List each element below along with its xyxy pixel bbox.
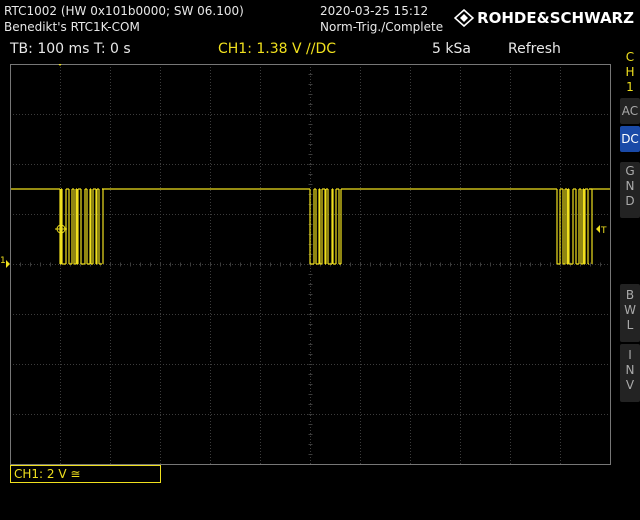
channel-number: 1 (626, 80, 634, 94)
ch1-trace (10, 188, 611, 265)
trigger-status: Norm-Trig./Complete (320, 20, 444, 34)
ch1-ground-label: 1 (0, 256, 6, 266)
invert-button[interactable]: I N V (620, 344, 640, 402)
gnd-letter: N (625, 179, 635, 193)
channel-indicator[interactable]: C H 1 (620, 48, 640, 94)
samplerate-label: 5 kSa (432, 41, 471, 57)
brand-logo: ROHDE&SCHWARZ (454, 9, 634, 27)
gnd-letter: G (625, 164, 635, 178)
acquisition-mode-label[interactable]: Refresh (508, 41, 561, 57)
rohde-schwarz-logo-icon (454, 9, 475, 27)
bwl-letter: B (625, 288, 635, 302)
inv-letter: N (625, 363, 635, 377)
channel-letter-h: H (625, 65, 635, 79)
channel-letter-c: C (625, 50, 635, 64)
trigger-point-marker (55, 223, 67, 235)
trigger-level-label: T (600, 226, 607, 235)
date-label: 2020-03-25 15:12 (320, 4, 429, 18)
gnd-button[interactable]: G N D (620, 162, 640, 218)
waveform-display[interactable] (10, 64, 611, 465)
bwl-letter: W (624, 303, 636, 317)
gnd-letter: D (625, 194, 635, 208)
bandwidth-limit-button[interactable]: B W L (620, 284, 640, 342)
ch1-ground-marker[interactable]: 1 (0, 254, 12, 270)
ch1-scale-box[interactable]: CH1: 2 V ≅ (10, 465, 161, 483)
coupling-ac-button[interactable]: AC (620, 98, 640, 124)
bwl-letter: L (626, 318, 634, 332)
trigger-level-marker[interactable]: T (596, 223, 612, 235)
inv-letter: V (625, 378, 635, 392)
brand-name: ROHDE&SCHWARZ (477, 9, 634, 27)
status-bar: TB: 100 ms T: 0 s CH1: 1.38 V ∕/DC 5 kSa… (0, 40, 612, 60)
device-owner: Benedikt's RTC1K-COM (4, 20, 140, 34)
device-title: RTC1002 (HW 0x101b0000; SW 06.100) (4, 4, 244, 18)
coupling-dc-button[interactable]: DC (620, 126, 640, 152)
timebase-label[interactable]: TB: 100 ms T: 0 s (10, 41, 131, 57)
ch1-status-label[interactable]: CH1: 1.38 V ∕/DC (218, 41, 336, 57)
inv-letter: I (628, 348, 632, 362)
